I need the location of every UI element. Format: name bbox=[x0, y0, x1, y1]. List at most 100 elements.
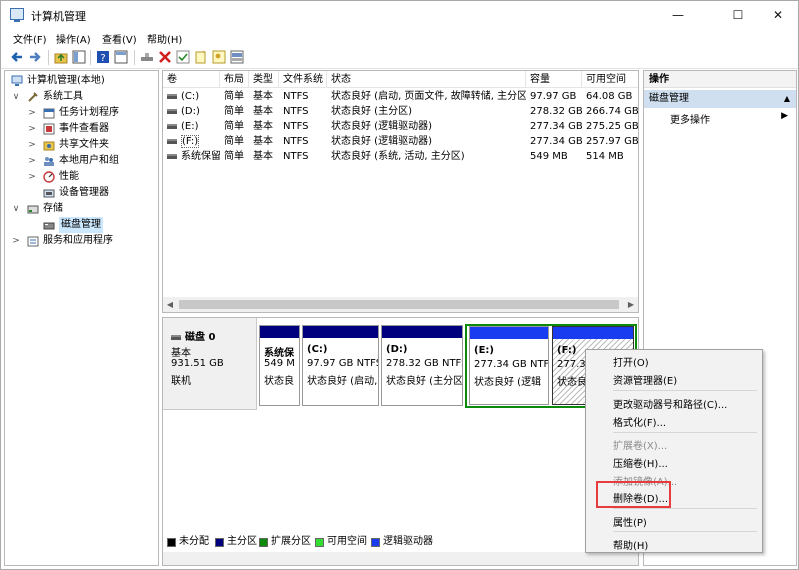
menu-item-properties[interactable]: 属性(P) bbox=[613, 514, 647, 529]
partition-system-reserved[interactable]: 系统保 549 M 状态良 bbox=[259, 325, 300, 406]
column-status[interactable]: 状态 bbox=[327, 71, 526, 88]
connect-icon[interactable] bbox=[140, 50, 154, 64]
properties-pane-icon[interactable] bbox=[114, 50, 128, 64]
logical-drive-bar bbox=[553, 327, 633, 339]
chevron-right-icon[interactable]: > bbox=[27, 153, 37, 169]
legend-label: 逻辑驱动器 bbox=[383, 536, 433, 547]
tree-item-label: 服务和应用程序 bbox=[43, 235, 113, 246]
volume-name: (E:) bbox=[181, 121, 199, 132]
key-icon[interactable] bbox=[212, 50, 226, 64]
table-row[interactable]: 系统保留 简单 基本 NTFS 状态良好 (系统, 活动, 主分区) 549 M… bbox=[163, 149, 638, 164]
tree-item-event-viewer[interactable]: > 事件查看器 bbox=[9, 121, 159, 137]
menu-help[interactable]: 帮助(H) bbox=[147, 31, 182, 46]
logical-drive-bar bbox=[470, 327, 548, 339]
cell-volume: 系统保留 bbox=[163, 149, 220, 164]
tree-item-system-tools[interactable]: ∨ 系统工具 bbox=[9, 89, 159, 105]
column-type[interactable]: 类型 bbox=[249, 71, 279, 88]
actions-disk-management[interactable]: 磁盘管理 ▲ bbox=[644, 90, 796, 108]
computer-management-icon bbox=[10, 8, 24, 22]
menu-item-format[interactable]: 格式化(F)... bbox=[613, 414, 666, 429]
menu-file[interactable]: 文件(F) bbox=[13, 31, 47, 46]
scroll-right-icon[interactable]: ▶ bbox=[624, 297, 638, 312]
back-icon[interactable] bbox=[10, 50, 24, 64]
legend-swatch bbox=[215, 538, 224, 547]
help-icon[interactable]: ? bbox=[96, 50, 110, 64]
legend-logical: 逻辑驱动器 bbox=[371, 535, 433, 549]
column-volume[interactable]: 卷 bbox=[163, 71, 220, 88]
chevron-down-icon[interactable]: ∨ bbox=[11, 89, 21, 105]
horizontal-scrollbar[interactable]: ◀ ▶ bbox=[163, 297, 638, 312]
disk-view-icon[interactable] bbox=[230, 50, 244, 64]
show-hide-tree-icon[interactable] bbox=[72, 50, 86, 64]
tree-item-services-applications[interactable]: > 服务和应用程序 bbox=[9, 233, 159, 249]
menu-separator bbox=[613, 531, 757, 532]
table-row[interactable]: (D:) 简单 基本 NTFS 状态良好 (主分区) 278.32 GB 266… bbox=[163, 104, 638, 119]
column-free-space[interactable]: 可用空间 bbox=[582, 71, 638, 88]
chevron-right-icon[interactable]: > bbox=[11, 233, 21, 249]
tree-item-performance[interactable]: > 性能 bbox=[9, 169, 159, 185]
legend-free-space: 可用空间 bbox=[315, 535, 367, 549]
maximize-button[interactable]: ☐ bbox=[721, 1, 755, 29]
highlight-box bbox=[596, 481, 671, 508]
column-capacity[interactable]: 容量 bbox=[526, 71, 582, 88]
shared-folder-icon bbox=[43, 141, 55, 151]
up-folder-icon[interactable] bbox=[54, 50, 68, 64]
tree-item-shared-folders[interactable]: > 共享文件夹 bbox=[9, 137, 159, 153]
new-file-icon[interactable] bbox=[194, 50, 208, 64]
cell-filesystem: NTFS bbox=[283, 151, 309, 162]
tree-item-local-users-groups[interactable]: > 本地用户和组 bbox=[9, 153, 159, 169]
legend-unallocated: 未分配 bbox=[167, 535, 209, 549]
table-row[interactable]: (C:) 简单 基本 NTFS 状态良好 (启动, 页面文件, 故障转储, 主分… bbox=[163, 89, 638, 104]
chevron-right-icon[interactable]: > bbox=[27, 137, 37, 153]
menu-item-help[interactable]: 帮助(H) bbox=[613, 537, 648, 552]
menu-item-shrink-volume[interactable]: 压缩卷(H)... bbox=[613, 455, 668, 470]
tree-item-storage[interactable]: ∨ 存储 bbox=[9, 201, 159, 217]
tree-item-task-scheduler[interactable]: > 任务计划程序 bbox=[9, 105, 159, 121]
table-row[interactable]: (F:) 简单 基本 NTFS 状态良好 (逻辑驱动器) 277.34 GB 2… bbox=[163, 134, 638, 149]
menu-view[interactable]: 查看(V) bbox=[102, 31, 137, 46]
collapse-up-icon[interactable]: ▲ bbox=[784, 90, 790, 108]
minimize-button[interactable]: — bbox=[661, 1, 695, 29]
menu-item-explorer[interactable]: 资源管理器(E) bbox=[613, 372, 677, 387]
partition-label: (C:) bbox=[307, 344, 328, 355]
partition-c[interactable]: (C:) 97.97 GB NTFS 状态良好 (启动, bbox=[302, 325, 379, 406]
menu-item-change-drive-letter[interactable]: 更改驱动器号和路径(C)... bbox=[613, 396, 727, 411]
cell-filesystem: NTFS bbox=[283, 91, 309, 102]
partition-d[interactable]: (D:) 278.32 GB NTFS 状态良好 (主分区 bbox=[381, 325, 463, 406]
actions-section-label: 磁盘管理 bbox=[649, 93, 689, 104]
forward-icon[interactable] bbox=[28, 50, 42, 64]
column-filesystem[interactable]: 文件系统 bbox=[279, 71, 327, 88]
close-button[interactable]: ✕ bbox=[761, 1, 795, 29]
chevron-right-icon[interactable]: ▶ bbox=[781, 111, 788, 121]
event-viewer-icon bbox=[43, 123, 55, 135]
tree-item-label: 任务计划程序 bbox=[59, 107, 119, 118]
disk-0-info[interactable]: 磁盘 0 基本 931.51 GB 联机 bbox=[163, 318, 257, 410]
drive-icon bbox=[167, 138, 177, 144]
chevron-right-icon[interactable]: > bbox=[27, 121, 37, 137]
disk-view-scrollbar[interactable] bbox=[163, 552, 638, 565]
delete-icon[interactable] bbox=[158, 50, 172, 64]
menu-item-open[interactable]: 打开(O) bbox=[613, 354, 649, 369]
menu-action[interactable]: 操作(A) bbox=[56, 31, 91, 46]
primary-partition-bar bbox=[260, 326, 299, 338]
toolbar: ? bbox=[1, 47, 798, 69]
cell-status: 状态良好 (逻辑驱动器) bbox=[331, 121, 432, 132]
scroll-left-icon[interactable]: ◀ bbox=[163, 297, 177, 312]
cell-type: 基本 bbox=[253, 91, 273, 102]
menu-bar: 文件(F) 操作(A) 查看(V) 帮助(H) bbox=[1, 29, 798, 47]
chevron-right-icon[interactable]: > bbox=[27, 105, 37, 121]
title-bar: 计算机管理 — ☐ ✕ bbox=[1, 1, 798, 29]
tree-item-label: 本地用户和组 bbox=[59, 155, 119, 166]
partition-e[interactable]: (E:) 277.34 GB NTF 状态良好 (逻辑 bbox=[469, 326, 549, 405]
check-icon[interactable] bbox=[176, 50, 190, 64]
more-actions[interactable]: 更多操作 bbox=[670, 111, 710, 126]
chevron-right-icon[interactable]: > bbox=[27, 169, 37, 185]
tree-item-device-manager[interactable]: 设备管理器 bbox=[9, 185, 159, 201]
tree-item-disk-management[interactable]: 磁盘管理 bbox=[9, 217, 159, 233]
tree-item-label: 存储 bbox=[43, 203, 63, 214]
table-row[interactable]: (E:) 简单 基本 NTFS 状态良好 (逻辑驱动器) 277.34 GB 2… bbox=[163, 119, 638, 134]
column-layout[interactable]: 布局 bbox=[220, 71, 249, 88]
scroll-thumb[interactable] bbox=[179, 300, 619, 309]
chevron-down-icon[interactable]: ∨ bbox=[11, 201, 21, 217]
tree-item-computer-management[interactable]: 计算机管理(本地) bbox=[9, 73, 159, 89]
